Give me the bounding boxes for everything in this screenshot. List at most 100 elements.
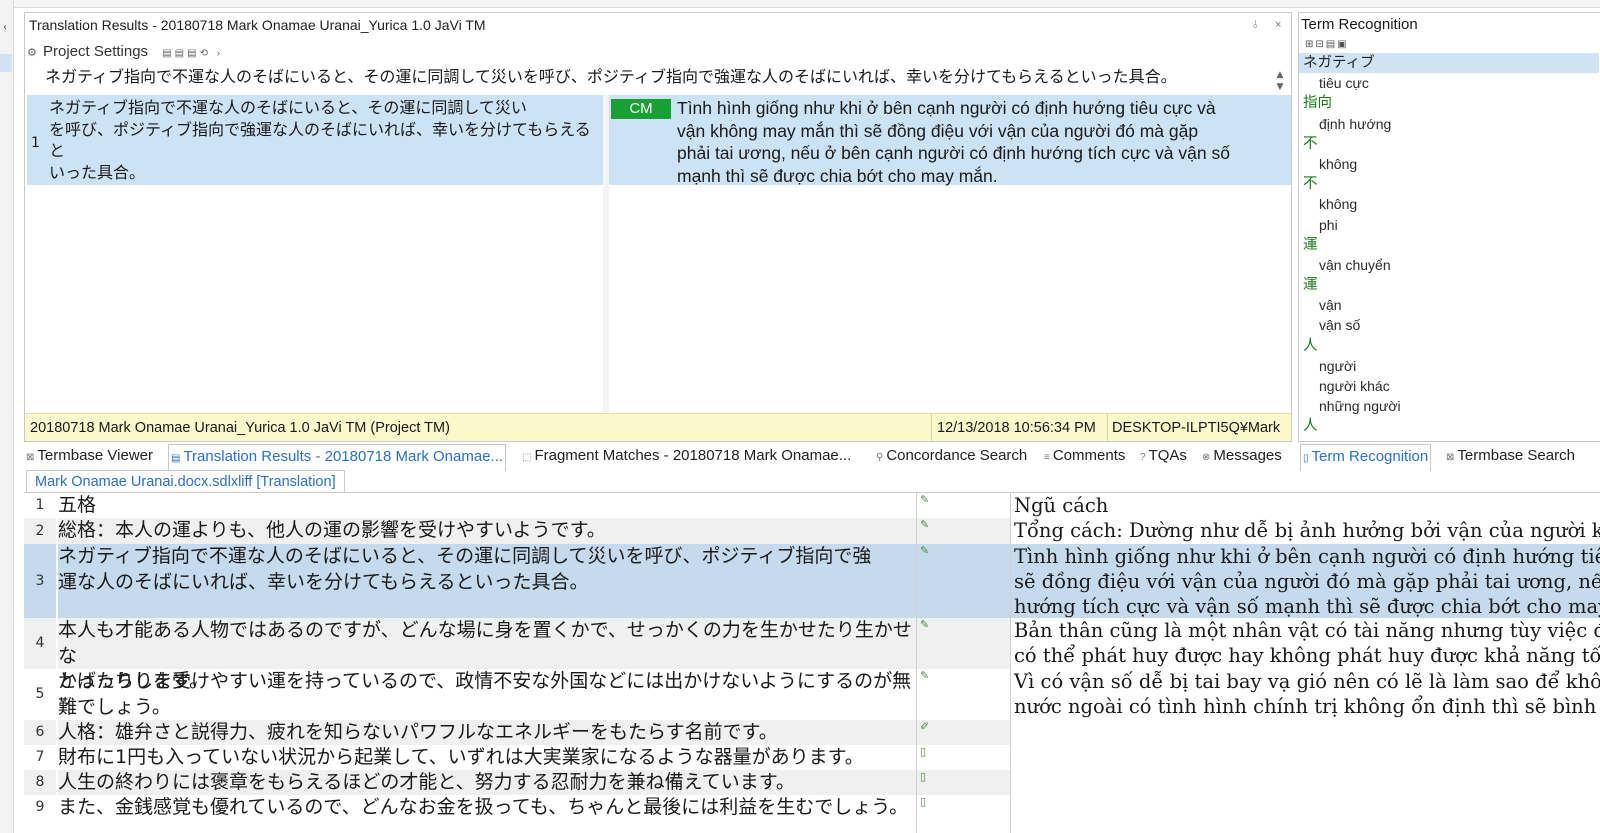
segment-row[interactable]: 6 人格：雄弁さと説得力、疲れを知らないパワフルなエネルギーをもたらす名前です。 ✐ <box>24 720 1600 745</box>
segment-target[interactable]: Ngũ cách <box>1010 493 1600 518</box>
tab-comments[interactable]: ≡ Comments <box>1044 444 1125 470</box>
status-divider <box>931 414 932 442</box>
term-source[interactable]: 不 <box>1299 134 1599 154</box>
term-target[interactable]: định hướng <box>1299 114 1599 134</box>
segment-target[interactable] <box>1010 795 1600 820</box>
term-source[interactable]: 人 <box>1299 336 1599 356</box>
segment-target[interactable] <box>1010 745 1600 770</box>
term-target[interactable]: tiêu cực <box>1299 73 1599 93</box>
term-source[interactable]: 運 <box>1299 235 1599 255</box>
term-target[interactable]: không <box>1299 154 1599 174</box>
segment-status-icon[interactable]: ▯ <box>916 795 1010 820</box>
segment-target[interactable] <box>1010 770 1600 795</box>
term-source[interactable]: 不 <box>1299 174 1599 194</box>
segment-source-line: 五格 <box>58 494 97 516</box>
target-column-divider <box>1010 492 1011 833</box>
segment-row[interactable]: 7 財布に1円も入っていない状況から起業して、いずれは大実業家になるような器量があ… <box>24 745 1600 770</box>
tab-tqas[interactable]: ? TQAs <box>1140 444 1187 470</box>
tab-fragment-matches[interactable]: ⬚ Fragment Matches - 20180718 Mark Onamae… <box>522 444 851 470</box>
segment-target-line: có thể phát huy được hay không phát huy … <box>1014 644 1600 667</box>
term-target[interactable]: phi <box>1299 215 1599 235</box>
segment-source-line: ネガティブ指向で不運な人のそばにいると、その運に同調して災いを呼び、ポジティブ指… <box>58 545 872 567</box>
left-collapsed-strip: ‹ <box>0 0 14 833</box>
segment-status-icon[interactable]: ✐ <box>916 720 1010 745</box>
segment-row[interactable]: 5 とばっちりを受けやすい運を持っているので、政情不安な外国などには出かけないよう… <box>24 669 1600 720</box>
tab-termbase-viewer[interactable]: ⊠ Termbase Viewer <box>26 444 153 470</box>
term-source[interactable]: 運 <box>1299 275 1599 295</box>
segment-source[interactable]: ネガティブ指向で不運な人のそばにいると、その運に同調して災いを呼び、ポジティブ指… <box>58 544 916 618</box>
segment-source[interactable]: 人生の終わりには褒章をもらえるほどの才能と、努力する忍耐力を兼ね備えています。 <box>58 770 916 795</box>
term-recognition-toolbar-icons[interactable]: ⊞⊟▤▣ <box>1305 39 1349 50</box>
segment-row[interactable]: 4 本人も才能ある人物ではあるのですが、どんな場に身を置くかで、せっかくの力を生か… <box>24 618 1600 692</box>
tab-label: Translation Results - 20180718 Mark Onam… <box>183 448 504 465</box>
term-target[interactable]: người khác <box>1299 376 1599 396</box>
segment-status-icon[interactable]: ✎ <box>916 544 1010 618</box>
match-target-text: Tình hình giống như khi ở bên cạnh người… <box>677 97 1285 187</box>
tab-label: TQAs <box>1148 447 1187 464</box>
match-target-line: phải tai ương, nếu ở bên cạnh người có đ… <box>677 143 1230 163</box>
segment-status-icon[interactable]: ✎ <box>916 669 1010 720</box>
term-target[interactable]: vận <box>1299 295 1599 315</box>
segment-source[interactable]: 本人も才能ある人物ではあるのですが、どんな場に身を置くかで、せっかくの力を生かせ… <box>58 618 916 692</box>
segment-row[interactable]: 3 ネガティブ指向で不運な人のそばにいると、その運に同調して災いを呼び、ポジティブ… <box>24 544 1600 618</box>
match-target-cell[interactable]: CM Tình hình giống như khi ở bên cạnh ng… <box>609 95 1291 187</box>
segment-source-line: 難でしょう。 <box>58 695 171 718</box>
tab-term-recognition[interactable]: ▯ Term Recognition <box>1300 444 1432 471</box>
segment-source-line: とばっちりを受けやすい運を持っているので、政情不安な外国などには出かけないように… <box>58 670 912 692</box>
term-source[interactable]: ネガティブ <box>1299 53 1599 74</box>
term-target[interactable]: người <box>1299 356 1599 376</box>
top-toolbar-strip <box>14 0 1600 8</box>
tab-label: Term Recognition <box>1311 448 1429 465</box>
segment-target-line: Vì có vận số dễ bị tai bay vạ gió nên có… <box>1014 670 1600 693</box>
segment-status-icon[interactable]: ✎ <box>916 493 1010 518</box>
segment-target-line: Bản thân cũng là một nhân vật có tài năn… <box>1014 619 1600 642</box>
segment-number: 9 <box>35 799 45 815</box>
segment-status-icon[interactable]: ▯ <box>916 745 1010 770</box>
term-target[interactable]: vận số <box>1299 315 1599 335</box>
settings-icon[interactable]: ⚙ <box>27 42 39 64</box>
segment-source[interactable]: 財布に1円も入っていない状況から起業して、いずれは大実業家になるような器量があり… <box>58 745 916 770</box>
left-selection-marker <box>0 54 12 72</box>
segment-target[interactable]: Bản thân cũng là một nhân vật có tài năn… <box>1010 618 1600 669</box>
term-target[interactable]: vận chuyển <box>1299 255 1599 275</box>
segment-source[interactable]: とばっちりを受けやすい運を持っているので、政情不安な外国などには出かけないように… <box>58 669 916 720</box>
segment-target[interactable]: Vì có vận số dễ bị tai bay vạ gió nên có… <box>1010 669 1600 720</box>
document-tab[interactable]: Mark Onamae Uranai.docx.sdlxliff [Transl… <box>26 470 345 492</box>
tab-messages[interactable]: ⊗ Messages <box>1202 444 1282 470</box>
segment-source[interactable]: 五格 <box>58 493 916 518</box>
segment-source[interactable]: また、金銭感覚も優れているので、どんなお金を扱っても、ちゃんと最後には利益を生む… <box>58 795 916 820</box>
term-target[interactable]: những người <box>1299 396 1599 416</box>
segment-number: 1 <box>35 497 45 513</box>
tab-concordance-search[interactable]: ⚲ Concordance Search <box>876 444 1027 470</box>
term-source[interactable]: 人 <box>1299 416 1599 436</box>
tab-translation-results[interactable]: ▤ Translation Results - 20180718 Mark Ona… <box>168 444 507 471</box>
segment-status-icon[interactable]: ✎ <box>916 518 1010 544</box>
source-scroll-arrows[interactable]: ▲ ▼ <box>1273 69 1287 97</box>
segment-row[interactable]: 8 人生の終わりには褒章をもらえるほどの才能と、努力する忍耐力を兼ね備えています。… <box>24 770 1600 795</box>
term-source[interactable]: 指向 <box>1299 93 1599 113</box>
segment-source[interactable]: 人格：雄弁さと説得力、疲れを知らないパワフルなエネルギーをもたらす名前です。 <box>58 720 916 745</box>
pin-icon[interactable]: ⫰ <box>1253 13 1258 37</box>
match-source-cell[interactable]: 1 ネガティブ指向で不運な人のそばにいると、その運に同調して災い を呼び、ポジテ… <box>27 95 603 185</box>
active-source-segment: ネガティブ指向で不運な人のそばにいると、その運に同調して災いを呼び、ポジティブ指… <box>45 67 1177 86</box>
segment-target[interactable]: Tổng cách: Dường như dễ bị ảnh hưởng bởi… <box>1010 518 1600 544</box>
collapse-left-icon[interactable]: ‹ <box>3 22 7 33</box>
match-source-line: いった具合。 <box>49 162 146 182</box>
segment-target-line: hướng tích cực và vận số mạnh thì sẽ đượ… <box>1014 595 1600 618</box>
segment-target[interactable] <box>1010 720 1600 745</box>
term-target[interactable]: không <box>1299 194 1599 214</box>
segment-source[interactable]: 総格：本人の運よりも、他人の運の影響を受けやすいようです。 <box>58 518 916 544</box>
comments-icon: ≡ <box>1044 452 1050 463</box>
match-date: 12/13/2018 10:56:34 PM <box>937 420 1096 436</box>
segment-status-icon[interactable]: ✎ <box>916 618 1010 669</box>
results-toolbar-icons[interactable]: ▤▤▤⟲ › <box>162 48 223 59</box>
segment-target[interactable]: Tình hình giống như khi ở bên cạnh người… <box>1010 544 1600 618</box>
match-target-line: vận không may mắn thì sẽ đồng điệu với v… <box>677 120 1199 141</box>
segment-row[interactable]: 9 また、金銭感覚も優れているので、どんなお金を扱っても、ちゃんと最後には利益を生… <box>24 795 1600 820</box>
close-icon[interactable]: × <box>1275 13 1281 37</box>
segment-row[interactable]: 1 五格 ✎ Ngũ cách <box>24 493 1600 518</box>
segment-row[interactable]: 2 総格：本人の運よりも、他人の運の影響を受けやすいようです。 ✎ Tổng cách… <box>24 518 1600 544</box>
segment-status-icon[interactable]: ▯ <box>916 770 1010 795</box>
tab-termbase-search[interactable]: ⊠ Termbase Search <box>1446 444 1575 470</box>
project-settings-button[interactable]: Project Settings <box>43 43 148 60</box>
